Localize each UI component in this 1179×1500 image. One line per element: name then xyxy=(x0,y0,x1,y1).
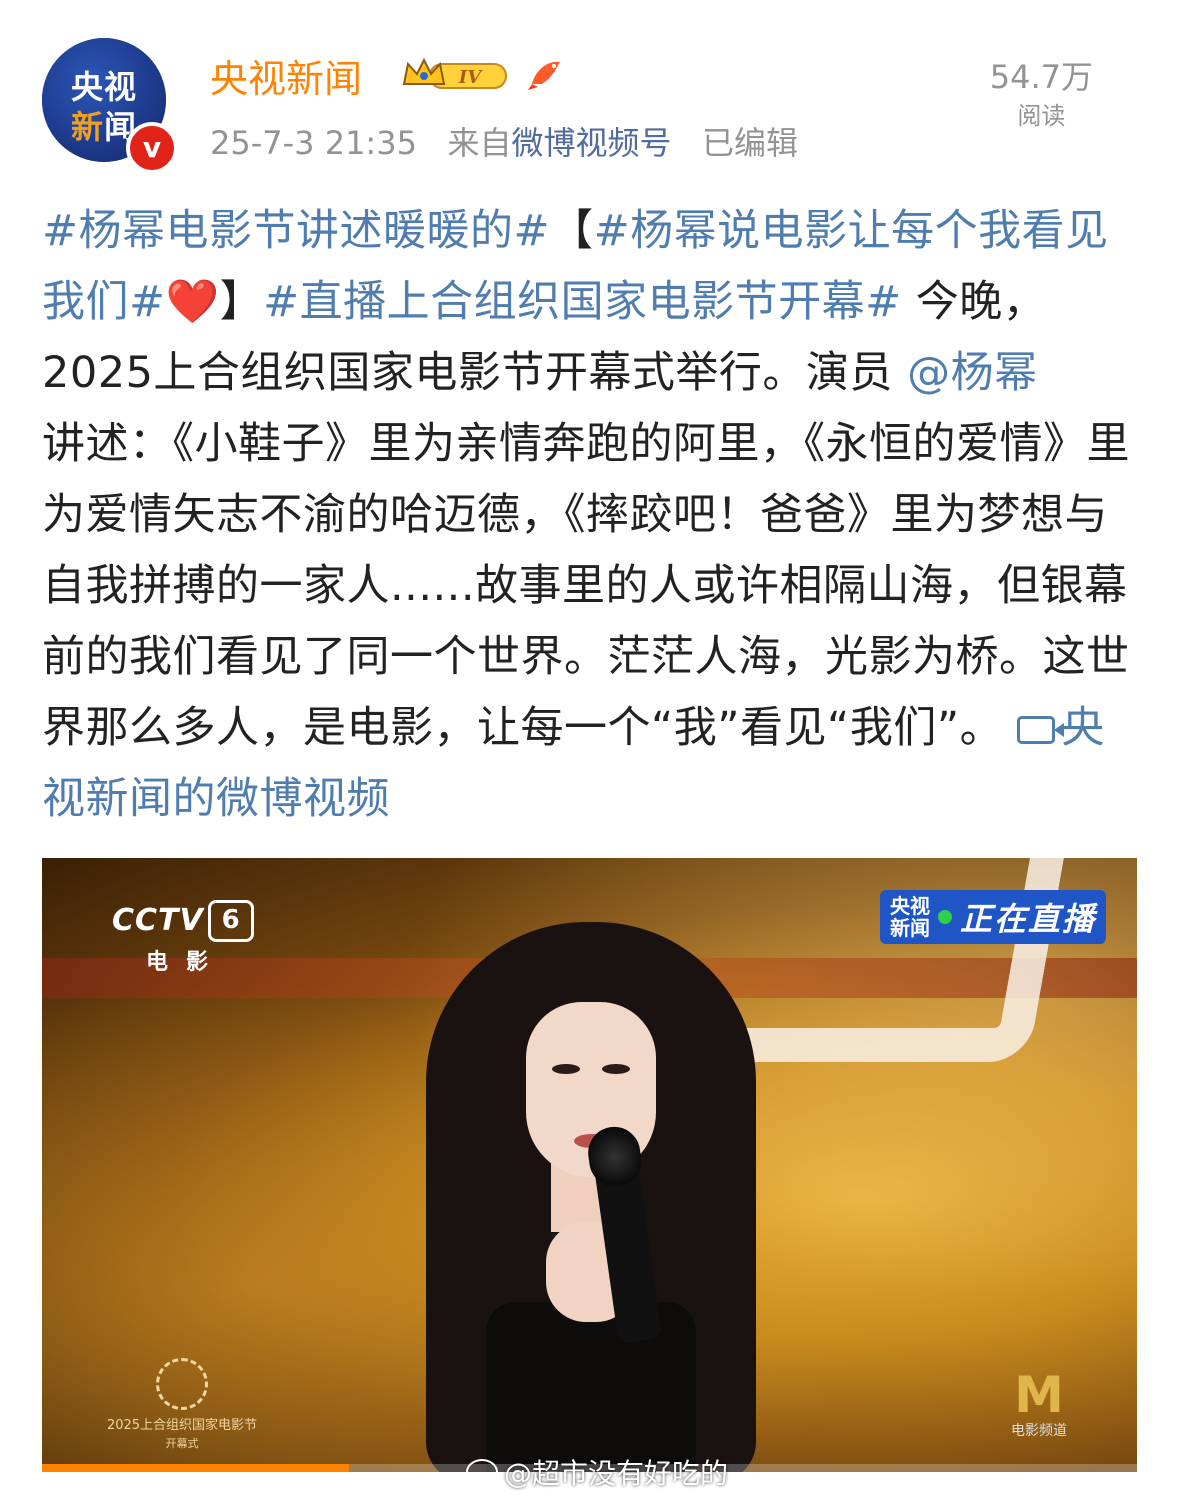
post-source-link[interactable]: 微博视频号 xyxy=(511,124,671,162)
movie-channel-logo: M 电影频道 xyxy=(1004,1370,1074,1440)
level-badge-text: IV xyxy=(458,67,483,88)
watermark: @超市没有好吃的 xyxy=(466,1452,728,1492)
watermark-text: @超市没有好吃的 xyxy=(504,1457,729,1490)
festival-logo: 2025上合组织国家电影节 开幕式 xyxy=(92,1358,272,1451)
video-player[interactable]: CCTV 6 电影 央视 新闻 正在直播 2025上合组织国家电影节 开幕式 M 电… xyxy=(42,858,1137,1472)
stage-set-piece xyxy=(724,858,1064,1062)
read-count-label: 阅读 xyxy=(1017,102,1066,130)
read-count: 54.7万 阅读 xyxy=(990,52,1093,131)
post-text: 讲述：《小鞋子》里为亲情奔跑的阿里，《永恒的爱情》里为爱情矢志不渝的哈迈德，《摔… xyxy=(42,419,1130,753)
cctv-logo-text: CCTV xyxy=(112,903,204,938)
post-body: #杨幂电影节讲述暖暖的#【#杨幂说电影让每个我看见我们#❤️】#直播上合组织国家… xyxy=(42,196,1137,835)
live-logo-line1: 央视 xyxy=(890,894,930,918)
account-name[interactable]: 央视新闻 xyxy=(210,48,362,103)
bracket-close: 】 xyxy=(219,277,264,327)
post-meta: 25-7-3 21:35 来自微博视频号 已编辑 xyxy=(210,118,798,164)
verified-icon: v xyxy=(126,122,178,174)
movie-channel-name: 电影频道 xyxy=(1011,1423,1067,1439)
post-source-prefix: 来自 xyxy=(447,124,512,162)
read-count-number: 54.7万 xyxy=(989,58,1093,96)
video-camera-icon xyxy=(1017,716,1065,744)
speaker-eye xyxy=(602,1064,630,1074)
channel-logo: CCTV 6 电影 xyxy=(112,900,254,976)
koi-fish-icon xyxy=(528,61,560,90)
festival-name: 2025上合组织国家电影节 xyxy=(106,1418,258,1433)
festival-emblem-icon xyxy=(156,1358,208,1410)
avatar-text-xin: 新 xyxy=(70,108,104,146)
heart-emoji-icon: ❤️ xyxy=(165,277,220,327)
crown-icon[interactable]: IV xyxy=(400,54,510,94)
channel-name: 电影 xyxy=(146,950,227,975)
live-badge: 央视 新闻 正在直播 xyxy=(880,890,1107,944)
live-badge-logo: 央视 新闻 xyxy=(886,895,934,939)
video-progress-fill xyxy=(42,1464,349,1472)
speaker-dress xyxy=(486,1302,696,1472)
channel-number: 6 xyxy=(207,900,254,942)
speaker-figure xyxy=(426,922,756,1472)
weibo-logo-icon xyxy=(466,1459,498,1485)
bracket-open: 【 xyxy=(550,206,594,256)
post-timestamp: 25-7-3 21:35 xyxy=(210,124,417,162)
festival-subtitle: 开幕式 xyxy=(165,1437,199,1450)
hashtag-link[interactable]: #直播上合组织国家电影节开幕# xyxy=(263,277,902,327)
live-logo-line2: 新闻 xyxy=(890,916,930,940)
mention-link[interactable]: @杨幂 xyxy=(907,348,1038,398)
hashtag-link[interactable]: #杨幂电影节讲述暖暖的# xyxy=(42,206,550,256)
speaker-eye xyxy=(552,1064,580,1074)
live-status-text: 正在直播 xyxy=(960,900,1097,938)
live-dot-icon xyxy=(938,910,952,924)
post-edited-label: 已编辑 xyxy=(701,124,798,162)
movie-channel-mark: M xyxy=(1014,1366,1064,1424)
